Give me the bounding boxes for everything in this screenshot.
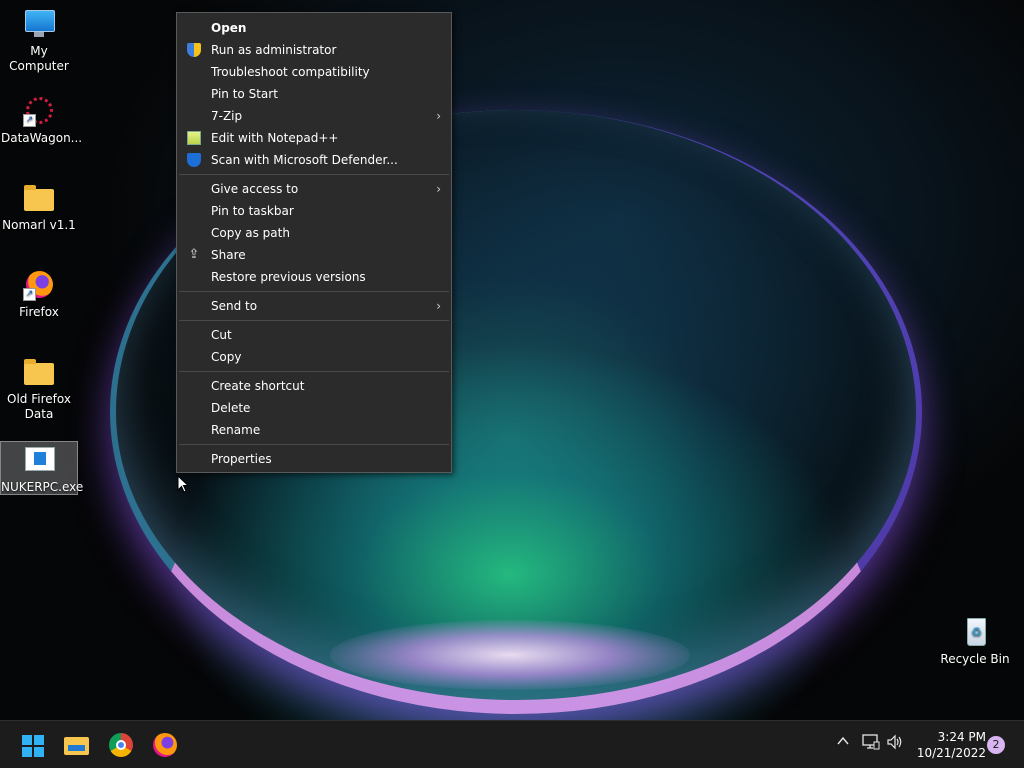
menu-item-create-shortcut[interactable]: Create shortcut	[177, 375, 451, 397]
taskbar-firefox[interactable]	[149, 729, 181, 761]
desktop-icon-label: DataWagon...	[1, 131, 83, 145]
desktop-icon-old-firefox-data[interactable]: Old Firefox Data	[1, 356, 77, 422]
share-icon: ⇪	[188, 247, 200, 262]
chevron-right-icon: ›	[436, 182, 441, 196]
desktop-icon-nomarl[interactable]: Nomarl v1.1	[1, 182, 77, 233]
menu-item-cut[interactable]: Cut	[177, 324, 451, 346]
menu-item-edit-notepad[interactable]: Edit with Notepad++	[177, 127, 451, 149]
menu-separator	[179, 174, 449, 175]
notification-badge[interactable]: 2	[987, 736, 1005, 754]
notepad-plus-plus-icon	[187, 131, 201, 145]
menu-item-restore-versions[interactable]: Restore previous versions	[177, 266, 451, 288]
file-explorer-icon	[64, 737, 89, 755]
menu-separator	[179, 291, 449, 292]
desktop-icon-nukerpc[interactable]: NUKERPC.exe	[0, 441, 84, 495]
menu-item-give-access[interactable]: Give access to ›	[177, 178, 451, 200]
monitor-icon	[23, 8, 55, 40]
menu-separator	[179, 371, 449, 372]
menu-item-send-to[interactable]: Send to ›	[177, 295, 451, 317]
chevron-right-icon: ›	[436, 109, 441, 123]
menu-item-properties[interactable]: Properties	[177, 448, 451, 470]
chrome-icon	[109, 733, 133, 757]
defender-icon	[187, 153, 201, 167]
folder-icon	[23, 182, 55, 214]
menu-item-pin-to-start[interactable]: Pin to Start	[177, 83, 451, 105]
clock-time: 3:24 PM	[937, 730, 986, 744]
uac-shield-icon	[187, 43, 201, 57]
volume-button[interactable]	[886, 734, 904, 754]
exe-icon	[23, 444, 55, 476]
context-menu: Open Run as administrator Troubleshoot c…	[176, 12, 452, 473]
show-hidden-icons-button[interactable]	[836, 734, 850, 752]
recycle-bin-icon: ♻	[959, 616, 991, 648]
menu-item-copy-as-path[interactable]: Copy as path	[177, 222, 451, 244]
clock[interactable]: 3:24 PM 10/21/2022	[912, 729, 986, 761]
menu-item-scan-defender[interactable]: Scan with Microsoft Defender...	[177, 149, 451, 171]
menu-item-7zip[interactable]: 7-Zip ›	[177, 105, 451, 127]
datawagon-icon: ↗	[23, 95, 55, 127]
desktop-icon-label: Old Firefox Data	[7, 392, 71, 421]
network-icon	[862, 734, 880, 750]
start-icon	[22, 735, 44, 757]
desktop-icon-firefox[interactable]: ↗ Firefox	[1, 269, 77, 320]
folder-icon	[23, 356, 55, 388]
taskbar-file-explorer[interactable]	[61, 729, 93, 761]
firefox-icon: ↗	[23, 269, 55, 301]
desktop-icon-my-computer[interactable]: My Computer	[1, 8, 77, 74]
firefox-icon	[153, 733, 177, 757]
network-button[interactable]	[862, 734, 880, 754]
volume-icon	[887, 734, 902, 750]
wallpaper-glow	[330, 620, 690, 690]
taskbar: 3:24 PM 10/21/2022 2	[0, 720, 1024, 768]
menu-separator	[179, 444, 449, 445]
mouse-cursor-icon	[177, 475, 189, 493]
desktop-icon-datawagon[interactable]: ↗ DataWagon...	[1, 95, 83, 146]
desktop-icon-label: Nomarl v1.1	[2, 218, 76, 232]
menu-item-troubleshoot[interactable]: Troubleshoot compatibility	[177, 61, 451, 83]
menu-item-delete[interactable]: Delete	[177, 397, 451, 419]
desktop-icon-label: Recycle Bin	[940, 652, 1010, 666]
chevron-right-icon: ›	[436, 299, 441, 313]
start-button[interactable]	[16, 729, 48, 761]
chevron-up-icon	[837, 736, 849, 745]
desktop-icon-label: My Computer	[9, 44, 69, 73]
desktop-icon-label: Firefox	[19, 305, 59, 319]
menu-separator	[179, 320, 449, 321]
menu-item-run-as-admin[interactable]: Run as administrator	[177, 39, 451, 61]
menu-item-open[interactable]: Open	[177, 17, 451, 39]
menu-item-share[interactable]: ⇪ Share	[177, 244, 451, 266]
desktop-icon-label: NUKERPC.exe	[1, 480, 84, 494]
menu-item-pin-taskbar[interactable]: Pin to taskbar	[177, 200, 451, 222]
desktop-icon-recycle-bin[interactable]: ♻ Recycle Bin	[937, 616, 1013, 667]
menu-item-copy[interactable]: Copy	[177, 346, 451, 368]
menu-item-rename[interactable]: Rename	[177, 419, 451, 441]
taskbar-chrome[interactable]	[105, 729, 137, 761]
clock-date: 10/21/2022	[916, 746, 986, 760]
desktop[interactable]: My Computer ↗ DataWagon... Nomarl v1.1 ↗…	[0, 0, 1024, 720]
